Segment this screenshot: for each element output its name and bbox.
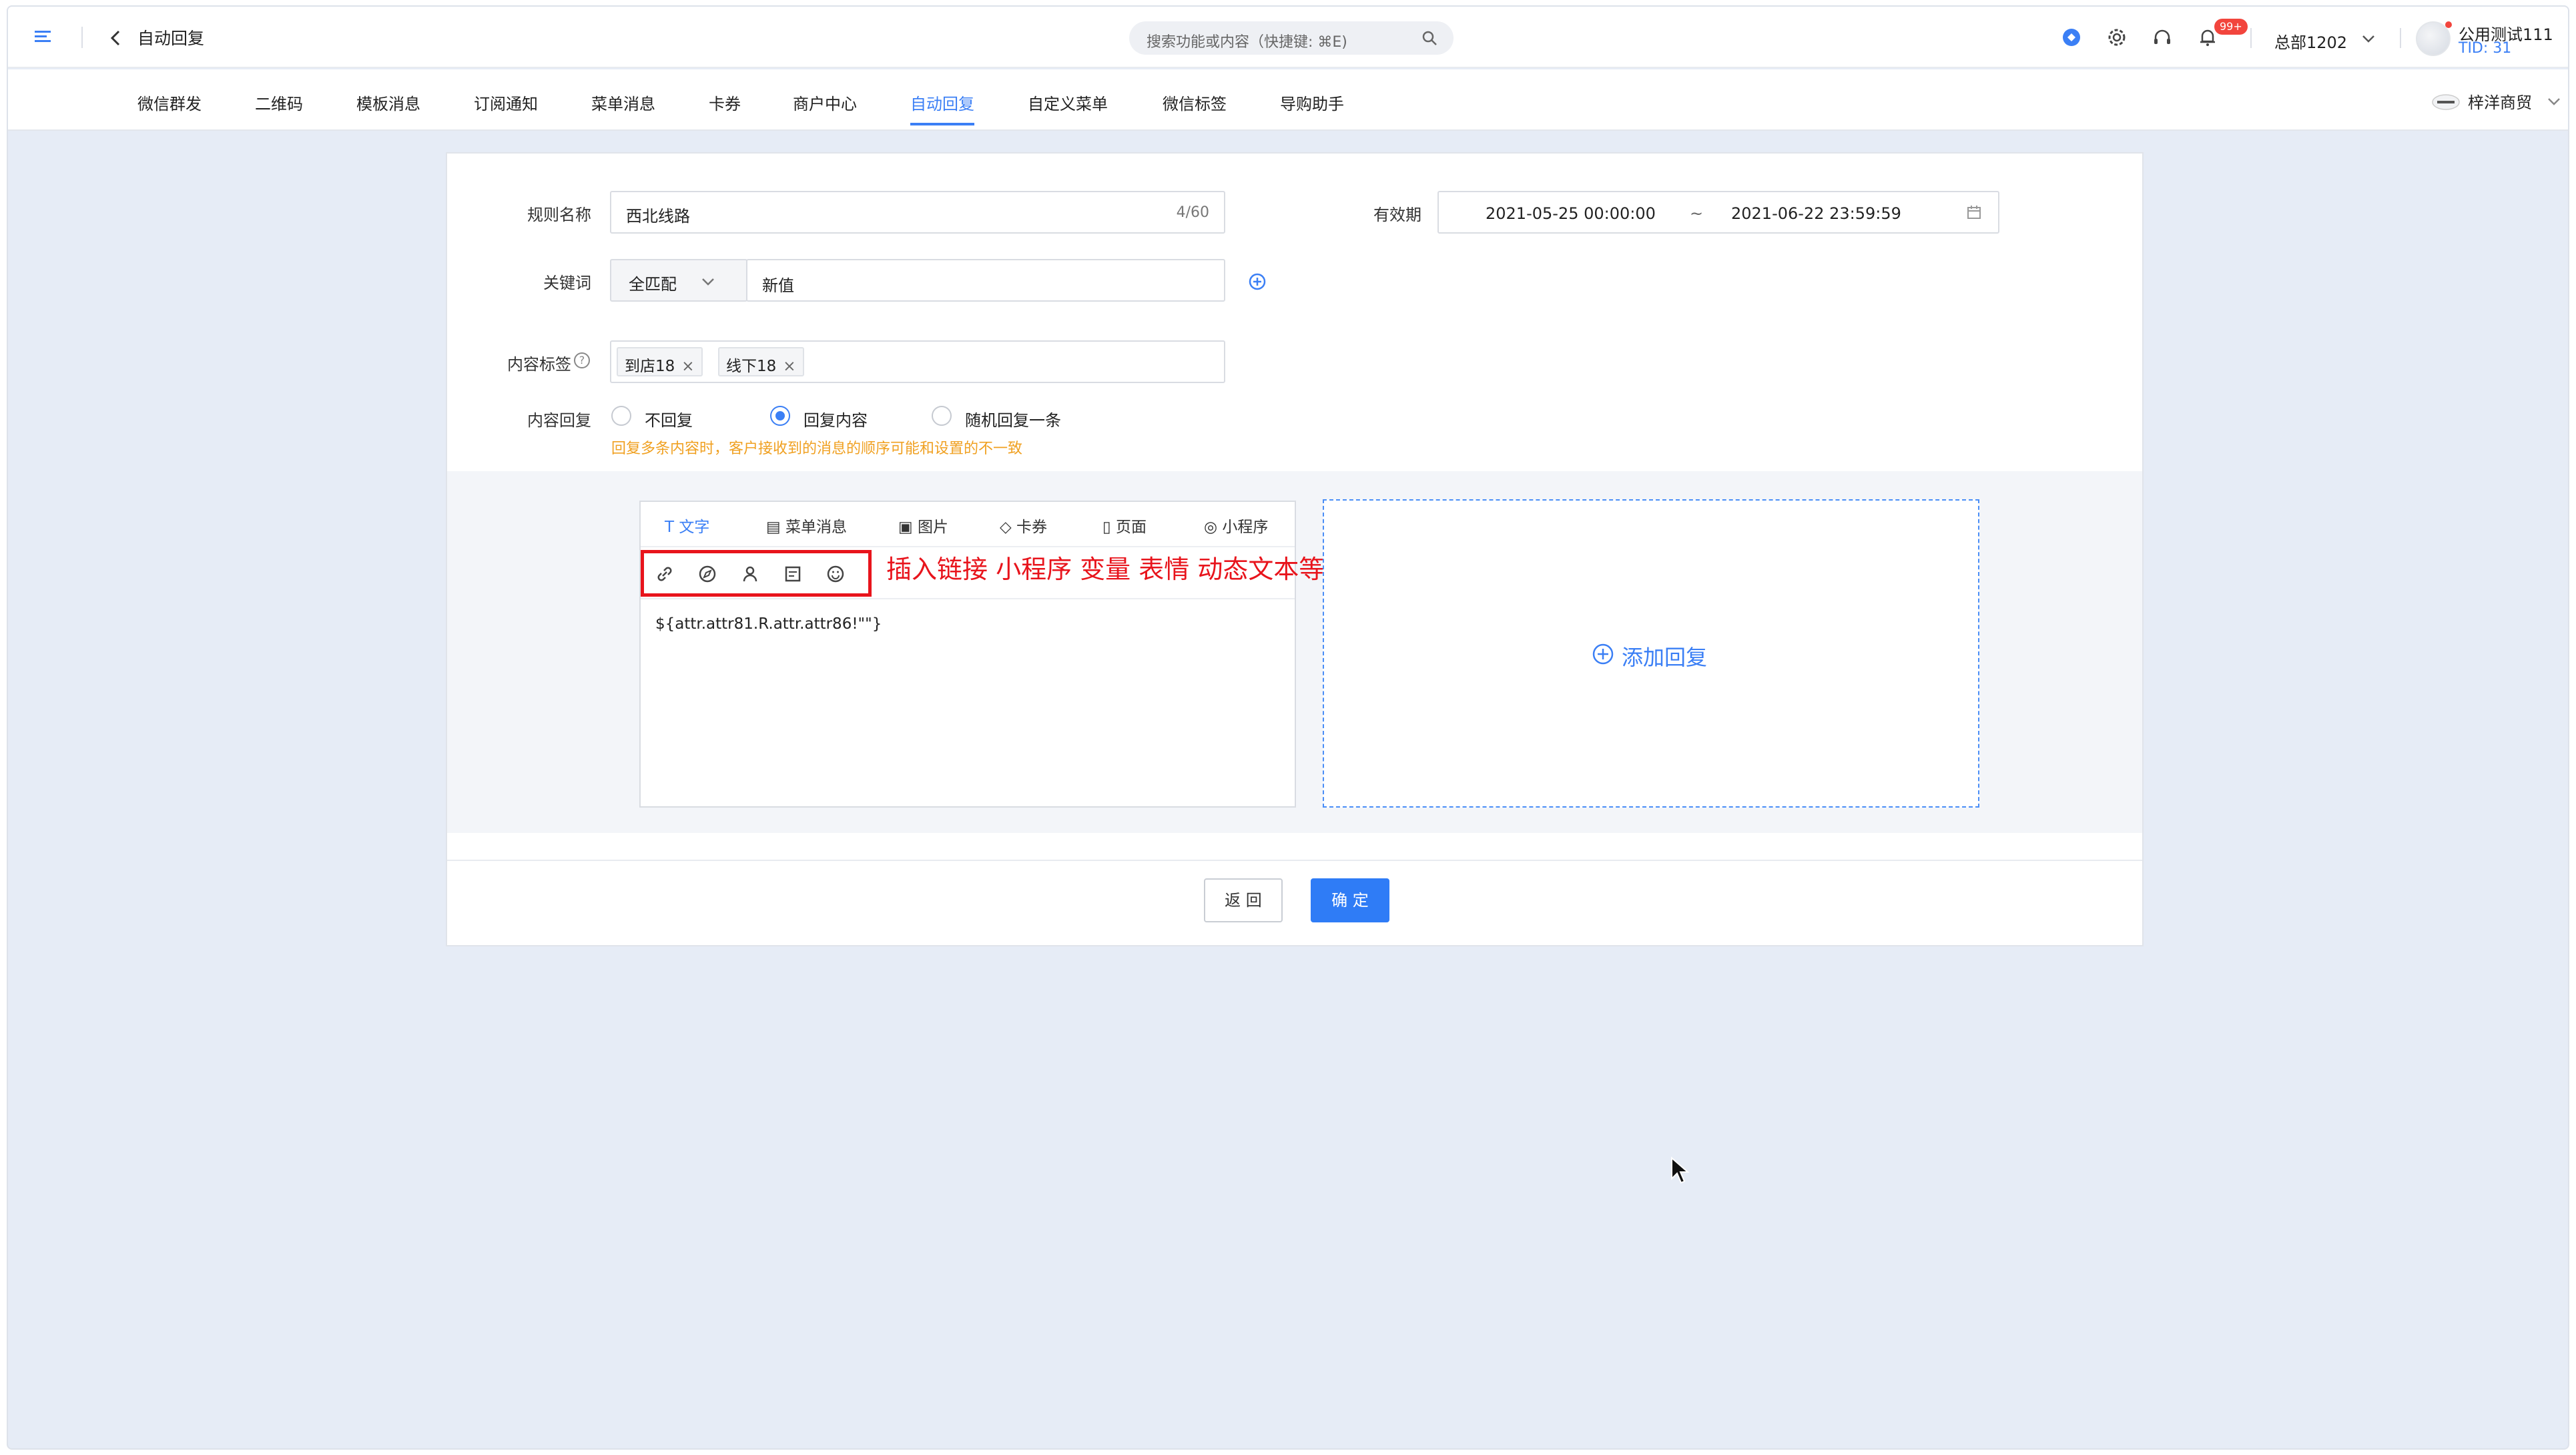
shop-logo-icon [2432,94,2460,110]
app-window: 自动回复 搜索功能或内容（快捷键: ⌘E) 99+ 总部1202 公用测试111… [7,5,2569,1450]
tab-menu-message[interactable]: ▤ 菜单消息 [766,514,847,537]
headset-support-icon[interactable] [2152,27,2173,48]
notification-badge: 99+ [2214,19,2248,35]
close-icon[interactable]: × [783,358,795,375]
tag-chip: 线下18 × [718,347,804,376]
search-placeholder: 搜索功能或内容（快捷键: ⌘E) [1147,34,1347,51]
tab-coupon[interactable]: ◇ 卡券 [1000,514,1047,537]
search-icon[interactable] [1421,30,1437,46]
calendar-icon[interactable] [1966,204,1982,220]
close-icon[interactable]: × [681,358,694,375]
image-icon: ▣ [898,519,918,536]
compass-icon[interactable] [697,563,718,585]
global-search[interactable]: 搜索功能或内容（快捷键: ⌘E) [1129,21,1454,55]
divider [2400,28,2401,48]
text-box-icon[interactable] [782,563,803,585]
char-counter: 4/60 [1176,204,1209,221]
keyword-input[interactable]: 新值 [746,259,1225,302]
validity-label: 有效期 [1373,206,1421,224]
page-icon: ▯ [1102,519,1116,536]
chevron-down-icon [702,278,714,286]
rule-name-label: 规则名称 [527,206,591,224]
divider [641,598,1295,599]
nav-item-broadcast[interactable]: 微信群发 [137,91,202,114]
tag-label: 线下18 [726,358,777,375]
link-icon[interactable] [654,563,675,585]
nav-item-menu-message[interactable]: 菜单消息 [591,91,655,114]
add-reply-label: 添加回复 [1622,645,1708,670]
match-mode-select[interactable]: 全匹配 [610,259,747,302]
text-reply-editor: T 文字 ▤ 菜单消息 ▣ 图片 ◇ 卡券 ▯ 页面 ◎ 小程序 插入链接 小程… [639,501,1324,808]
back-button[interactable]: 返 回 [1204,878,1283,922]
status-dot [2445,21,2452,28]
active-tab-indicator [910,123,974,125]
keyword-label: 关键词 [543,274,591,292]
text-type-icon: T [665,519,679,536]
add-reply-box[interactable]: 添加回复 [1323,499,1979,808]
reply-order-hint: 回复多条内容时，客户接收到的消息的顺序可能和设置的不一致 [611,441,1023,457]
mini-program-icon: ◎ [1204,519,1223,536]
plus-circle-icon [1592,643,1614,665]
tag-chip: 到店18 × [617,347,703,376]
top-bar: 自动回复 搜索功能或内容（快捷键: ⌘E) 99+ 总部1202 公用测试111… [8,7,2568,68]
toolbar-annotation: 插入链接 小程序 变量 表情 动态文本等 [886,555,1325,584]
module-nav: 微信群发 二维码 模板消息 订阅通知 菜单消息 卡券 商户中心 自动回复 自定义… [8,69,2568,131]
rule-name-value: 西北线路 [626,207,690,226]
start-date[interactable]: 2021-05-25 00:00:00 [1486,204,1656,223]
assistant-icon[interactable] [2061,27,2082,48]
keyword-value: 新值 [762,276,794,295]
menu-icon[interactable] [33,27,53,47]
mouse-cursor-icon [1671,1156,1690,1184]
radio-no-reply[interactable] [611,406,631,426]
date-separator: ~ [1690,204,1704,223]
nav-item-subscription[interactable]: 订阅通知 [474,91,538,114]
end-date[interactable]: 2021-06-22 23:59:59 [1731,204,1901,223]
content-tags-label: 内容标签 [507,355,571,374]
coupon-icon: ◇ [1000,519,1016,536]
document-icon: ▤ [766,519,786,536]
radio-reply-content-label[interactable]: 回复内容 [803,407,868,430]
tab-image[interactable]: ▣ 图片 [898,514,948,537]
radio-no-reply-label[interactable]: 不回复 [645,407,693,430]
shop-selector[interactable]: 梓洋商贸 [2468,89,2532,113]
auto-reply-form-card: 规则名称 西北线路 4/60 有效期 2021-05-25 00:00:00 ~… [446,152,2144,946]
content-reply-label: 内容回复 [527,411,591,430]
back-arrow-icon[interactable] [108,29,124,47]
nav-item-template-message[interactable]: 模板消息 [356,91,420,114]
settings-gear-icon[interactable] [2106,27,2128,48]
nav-item-custom-menu[interactable]: 自定义菜单 [1028,91,1108,114]
nav-item-shopping-guide[interactable]: 导购助手 [1280,91,1344,114]
tag-label: 到店18 [625,358,675,375]
date-range-picker[interactable]: 2021-05-25 00:00:00 ~ 2021-06-22 23:59:5… [1437,191,1999,234]
tab-mini-program[interactable]: ◎ 小程序 [1204,514,1268,537]
nav-item-coupon[interactable]: 卡券 [709,91,741,114]
nav-item-merchant-center[interactable]: 商户中心 [793,91,857,114]
tab-text[interactable]: T 文字 [665,514,709,537]
help-icon[interactable]: ? [574,352,590,368]
emoji-icon[interactable] [825,563,846,585]
nav-item-qrcode[interactable]: 二维码 [255,91,303,114]
radio-random-reply[interactable] [932,406,952,426]
content-tags-field[interactable]: 到店18 × 线下18 × [610,340,1225,383]
page-title: 自动回复 [137,29,205,48]
divider [81,27,83,48]
chevron-down-icon[interactable] [2547,95,2561,108]
tab-page[interactable]: ▯ 页面 [1102,514,1147,537]
reply-text-content[interactable]: ${attr.attr81.R.attr.attr86!""} [655,615,882,633]
person-icon[interactable] [739,563,761,585]
match-mode-value: 全匹配 [629,275,677,294]
nav-item-wechat-tags[interactable]: 微信标签 [1163,91,1227,114]
rule-name-field[interactable]: 西北线路 4/60 [610,191,1225,234]
tenant-id: TID: 31 [2459,40,2512,57]
divider [2250,28,2252,48]
radio-reply-content[interactable] [770,406,790,426]
add-keyword-icon[interactable] [1248,272,1267,291]
chevron-down-icon[interactable] [2361,32,2376,45]
org-selector[interactable]: 总部1202 [2274,29,2347,53]
divider [447,860,2142,861]
confirm-button[interactable]: 确 定 [1311,878,1389,922]
radio-random-reply-label[interactable]: 随机回复一条 [965,407,1061,430]
nav-item-auto-reply[interactable]: 自动回复 [910,91,974,114]
divider [641,546,1295,547]
